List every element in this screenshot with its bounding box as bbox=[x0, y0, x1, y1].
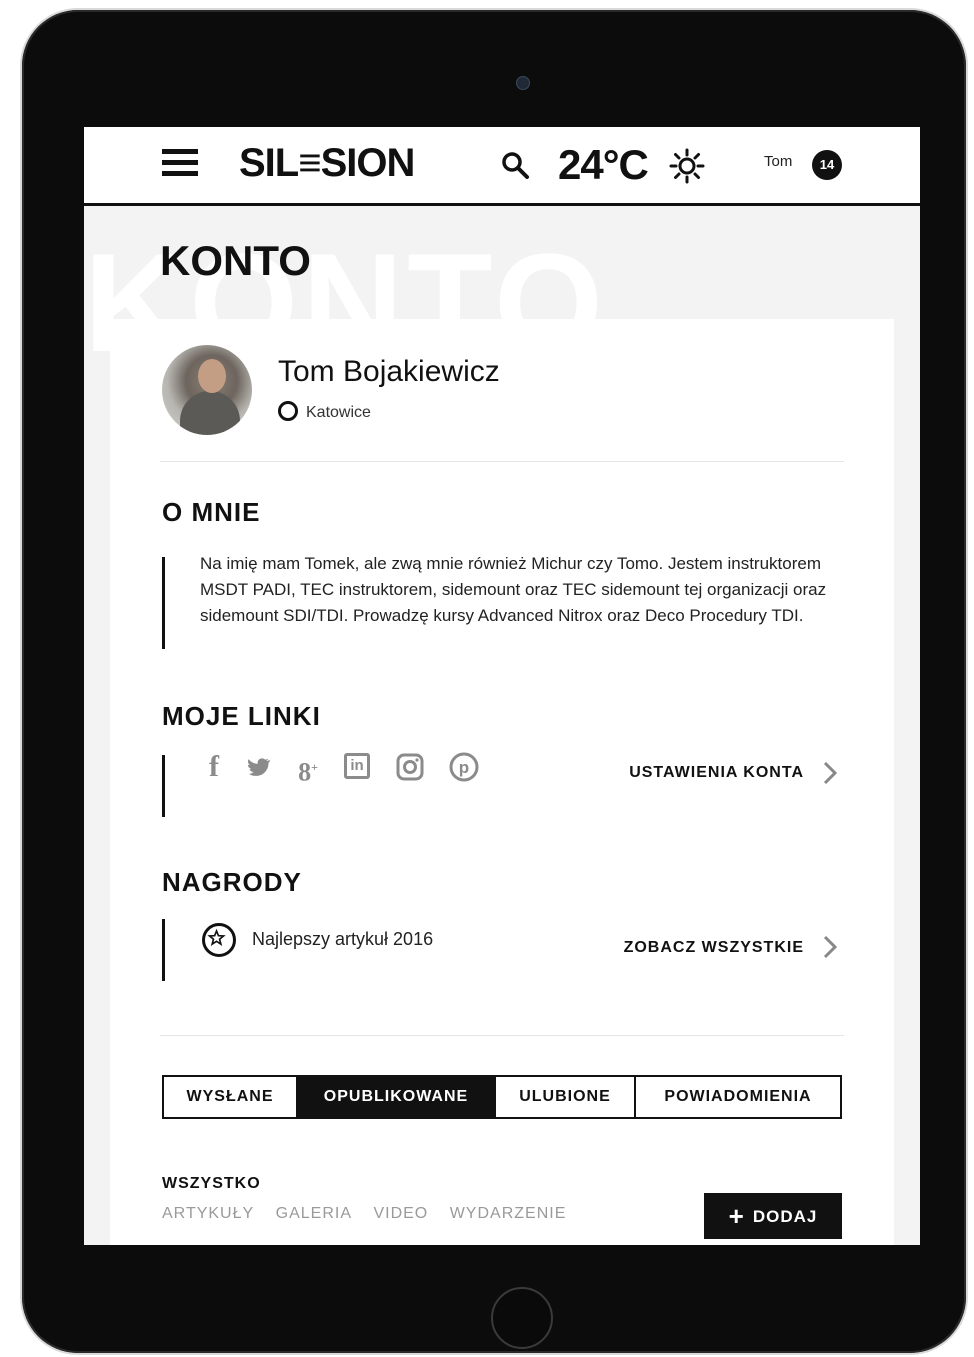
plus-icon: + bbox=[728, 1201, 745, 1231]
filter-gallery[interactable]: GALERIA bbox=[276, 1205, 352, 1222]
profile-location: Katowice bbox=[278, 401, 371, 422]
tab-notifications[interactable]: POWIADOMIENIA bbox=[636, 1077, 840, 1117]
avatar[interactable] bbox=[162, 345, 252, 435]
chevron-right-icon[interactable] bbox=[820, 759, 840, 787]
search-icon[interactable] bbox=[500, 150, 530, 180]
links-title: MOJE LINKI bbox=[162, 701, 321, 731]
twitter-icon[interactable] bbox=[244, 751, 276, 783]
top-navigation-bar: SIL≡SION 24°C Tom 14 bbox=[84, 127, 920, 206]
linkedin-icon[interactable]: in bbox=[344, 753, 370, 779]
svg-text:p: p bbox=[459, 758, 469, 777]
user-menu-name[interactable]: Tom bbox=[764, 153, 792, 170]
awards-title: NAGRODY bbox=[162, 867, 302, 897]
divider bbox=[160, 461, 844, 462]
temperature-value: 24°C bbox=[558, 141, 649, 188]
content-tabs: WYSŁANE OPUBLIKOWANE ULUBIONE POWIADOMIE… bbox=[162, 1075, 842, 1119]
social-links: f 8+ in p bbox=[198, 751, 498, 791]
camera-lens bbox=[516, 76, 530, 90]
account-card: Tom Bojakiewicz Katowice O MNIE Na imię … bbox=[110, 319, 894, 1245]
site-logo[interactable]: SIL≡SION bbox=[239, 141, 415, 186]
filter-video[interactable]: VIDEO bbox=[373, 1205, 428, 1222]
notification-badge[interactable]: 14 bbox=[812, 150, 842, 180]
location-icon bbox=[278, 401, 298, 421]
filter-articles[interactable]: ARTYKUŁY bbox=[162, 1205, 254, 1222]
google-plus-icon[interactable]: 8+ bbox=[292, 751, 324, 787]
about-title: O MNIE bbox=[162, 497, 261, 527]
facebook-icon[interactable]: f bbox=[198, 751, 230, 783]
quote-bar bbox=[162, 919, 165, 981]
award-label: Najlepszy artykuł 2016 bbox=[252, 929, 434, 949]
home-button[interactable] bbox=[491, 1287, 553, 1349]
tab-sent[interactable]: WYSŁANE bbox=[164, 1077, 298, 1117]
add-button-label: DODAJ bbox=[752, 1207, 818, 1226]
screen: SIL≡SION 24°C Tom 14 KONTO KONTO Tom Boj… bbox=[84, 127, 920, 1245]
profile-name: Tom Bojakiewicz bbox=[278, 355, 500, 388]
account-settings-link[interactable]: USTAWIENIA KONTA bbox=[522, 764, 804, 782]
add-button[interactable]: + DODAJ bbox=[704, 1193, 842, 1239]
pinterest-icon[interactable]: p bbox=[448, 751, 480, 783]
about-text: Na imię mam Tomek, ale zwą mnie również … bbox=[200, 554, 827, 625]
quote-bar bbox=[162, 557, 165, 649]
page-title: KONTO bbox=[160, 237, 311, 284]
filter-all[interactable]: WSZYSTKO bbox=[162, 1175, 261, 1193]
location-label: Katowice bbox=[306, 404, 371, 421]
instagram-icon[interactable] bbox=[394, 751, 426, 783]
chevron-right-icon[interactable] bbox=[820, 933, 840, 961]
quote-bar bbox=[162, 755, 165, 817]
see-all-awards-link[interactable]: ZOBACZ WSZYSTKIE bbox=[522, 939, 804, 957]
tab-published[interactable]: OPUBLIKOWANE bbox=[298, 1077, 496, 1117]
filter-list: ARTYKUŁY GALERIA VIDEO WYDARZENIE bbox=[162, 1205, 582, 1223]
filter-event[interactable]: WYDARZENIE bbox=[450, 1205, 567, 1222]
hamburger-menu-icon[interactable] bbox=[162, 149, 198, 179]
sun-icon bbox=[669, 148, 705, 184]
star-award-icon bbox=[202, 923, 236, 957]
divider bbox=[160, 1035, 844, 1036]
tab-favorites[interactable]: ULUBIONE bbox=[496, 1077, 636, 1117]
